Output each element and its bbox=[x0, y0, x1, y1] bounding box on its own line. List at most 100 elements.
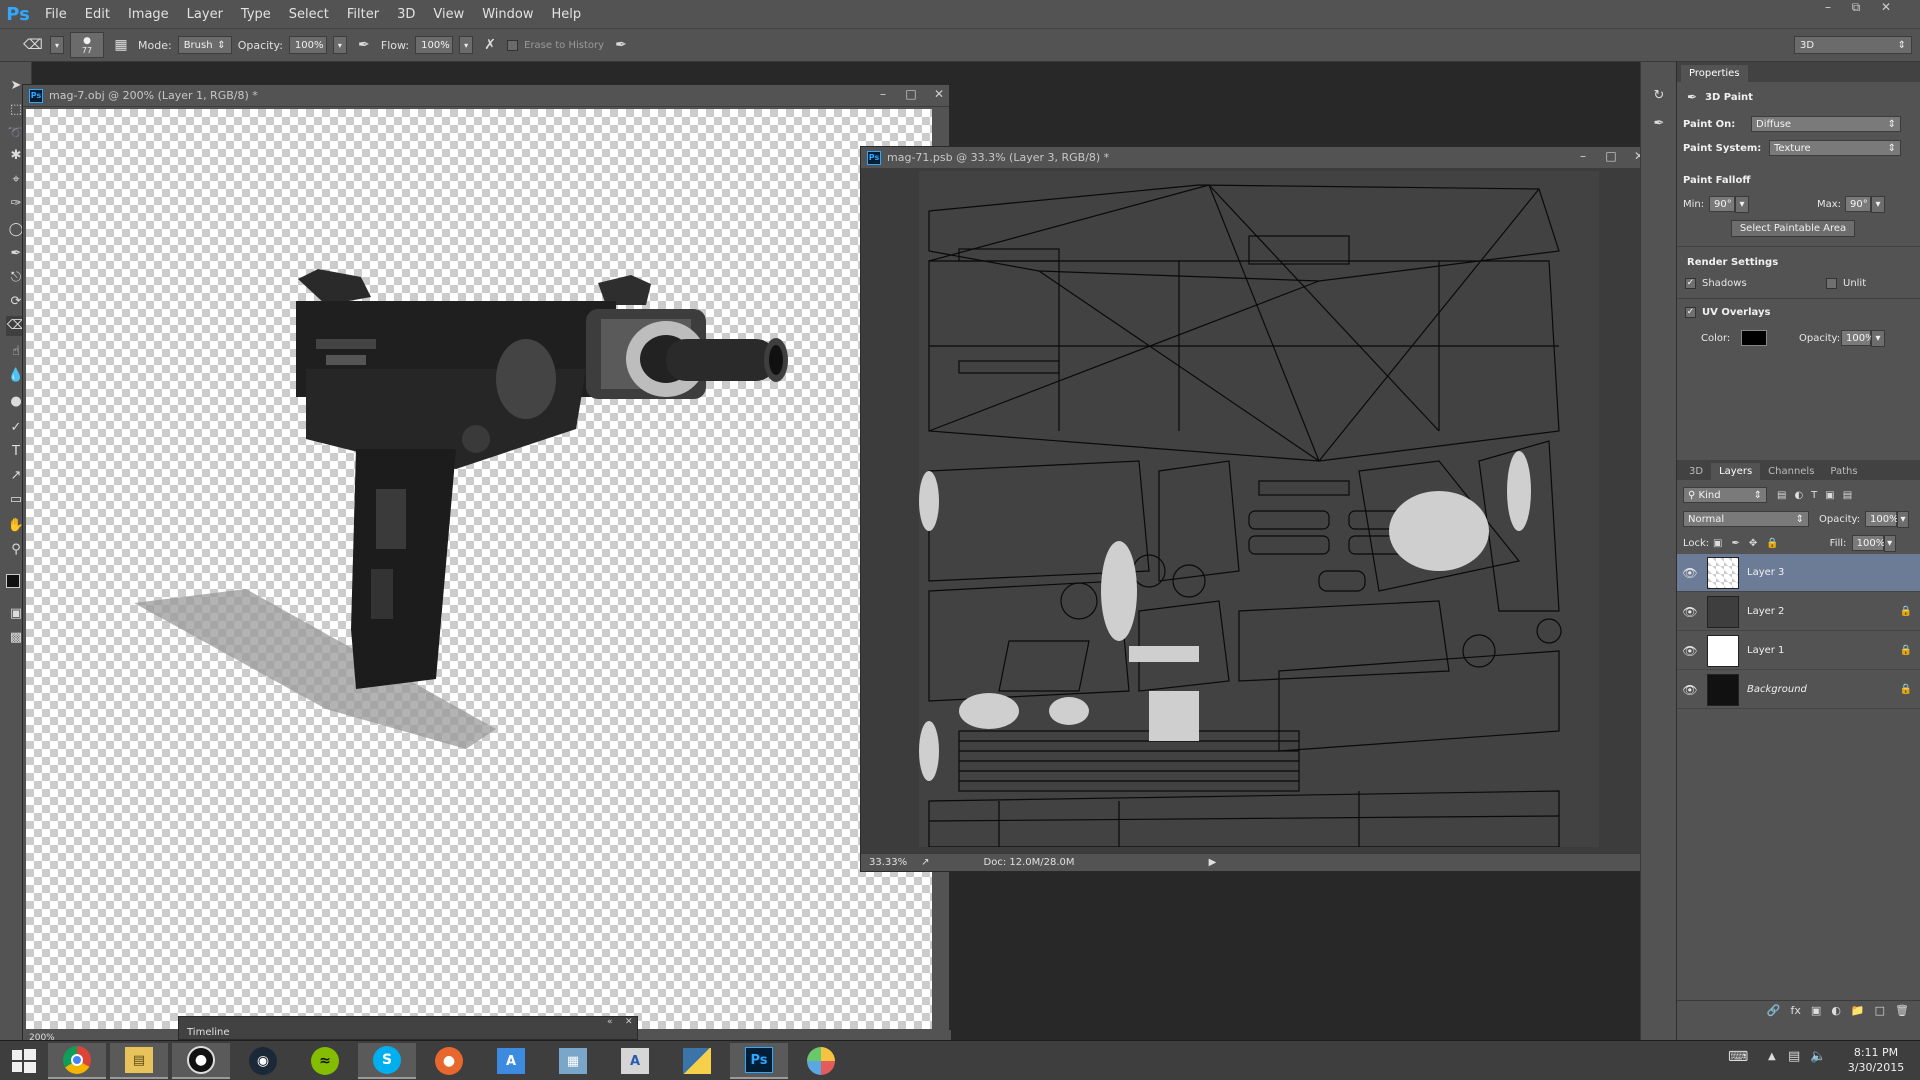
select-paintable-area-button[interactable]: Select Paintable Area bbox=[1731, 220, 1855, 237]
start-button[interactable] bbox=[0, 1043, 48, 1079]
layer-opacity-dropdown[interactable]: ▾ bbox=[1897, 510, 1909, 528]
new-layer-icon[interactable]: □ bbox=[1875, 1004, 1885, 1017]
history-panel-icon[interactable]: ↻ bbox=[1649, 88, 1669, 108]
network-icon[interactable]: ▤ bbox=[1788, 1049, 1800, 1064]
layer-opacity-input[interactable]: 100% bbox=[1865, 511, 1899, 527]
taskbar-app8[interactable]: A bbox=[482, 1043, 540, 1079]
fill-input[interactable]: 100% bbox=[1851, 535, 1885, 551]
layer-row[interactable]: 👁 Background 🔒 bbox=[1677, 671, 1920, 709]
layer-row[interactable]: 👁 Layer 2 🔒 bbox=[1677, 593, 1920, 631]
canvas-3d-model[interactable] bbox=[26, 109, 932, 1029]
taskbar-app9[interactable]: ▦ bbox=[544, 1043, 602, 1079]
menu-layer[interactable]: Layer bbox=[178, 7, 232, 22]
timeline-panel[interactable]: Timeline « ✕ bbox=[178, 1016, 638, 1040]
blend-mode-select[interactable]: Normal ⇕ bbox=[1683, 511, 1809, 527]
visibility-eye-icon[interactable]: 👁 bbox=[1677, 683, 1703, 697]
menu-select[interactable]: Select bbox=[280, 7, 338, 22]
share-icon[interactable]: ↗ bbox=[921, 857, 929, 868]
min-input[interactable]: 90° bbox=[1709, 196, 1735, 212]
taskbar-paint[interactable] bbox=[792, 1043, 850, 1079]
show-hidden-icons[interactable]: ▲ bbox=[1768, 1051, 1776, 1062]
close-icon[interactable]: ✕ bbox=[625, 1017, 633, 1027]
fx-icon[interactable]: fx bbox=[1791, 1004, 1801, 1017]
foreground-color-swatch[interactable] bbox=[6, 574, 20, 588]
menu-image[interactable]: Image bbox=[119, 7, 178, 22]
close-icon[interactable]: ✕ bbox=[927, 87, 951, 105]
menu-help[interactable]: Help bbox=[543, 7, 591, 22]
taskbar-steam[interactable]: ◉ bbox=[234, 1043, 292, 1079]
mode-select[interactable]: Brush ⇕ bbox=[177, 36, 232, 54]
uv-opacity-input[interactable]: 100% bbox=[1841, 330, 1875, 346]
uv-opacity-dropdown[interactable]: ▾ bbox=[1871, 329, 1885, 347]
tab-layers[interactable]: Layers bbox=[1711, 463, 1761, 480]
menu-filter[interactable]: Filter bbox=[338, 7, 388, 22]
lock-icons[interactable]: ▣✒✥🔒 bbox=[1713, 538, 1788, 549]
opacity-slider-dropdown[interactable]: ▾ bbox=[332, 36, 347, 54]
pressure-size-icon[interactable]: ✒ bbox=[610, 34, 632, 56]
flow-slider-dropdown[interactable]: ▾ bbox=[459, 36, 474, 54]
collapse-icon[interactable]: « bbox=[607, 1017, 613, 1027]
clock[interactable]: 8:11 PM 3/30/2015 bbox=[1838, 1045, 1914, 1075]
tab-paths[interactable]: Paths bbox=[1822, 463, 1865, 480]
new-group-icon[interactable]: 📁 bbox=[1851, 1004, 1865, 1017]
taskbar-app7[interactable]: ● bbox=[420, 1043, 478, 1079]
taskbar-spotify[interactable]: ≈ bbox=[296, 1043, 354, 1079]
adjustment-layer-icon[interactable]: ◐ bbox=[1831, 1004, 1841, 1017]
timeline-tab[interactable]: Timeline bbox=[187, 1027, 230, 1038]
eraser-tool-preset-icon[interactable]: ⌫ bbox=[22, 34, 44, 56]
filter-type-icons[interactable]: ▤◐T▣▤ bbox=[1777, 490, 1860, 501]
volume-icon[interactable]: 🔈 bbox=[1810, 1049, 1826, 1064]
document-title-bar[interactable]: Ps mag-71.psb @ 33.3% (Layer 3, RGB/8) *… bbox=[861, 147, 1671, 169]
keyboard-icon[interactable]: ⌨ bbox=[1728, 1049, 1748, 1065]
close-icon[interactable]: ✕ bbox=[1872, 0, 1900, 22]
minimize-icon[interactable]: – bbox=[871, 87, 895, 105]
uv-texture-canvas[interactable] bbox=[919, 171, 1599, 848]
menu-file[interactable]: File bbox=[36, 7, 76, 22]
add-mask-icon[interactable]: ▣ bbox=[1811, 1004, 1821, 1017]
brush-size-picker[interactable]: ● 77 bbox=[70, 32, 104, 58]
taskbar-skype[interactable]: S bbox=[358, 1043, 416, 1079]
taskbar-app10[interactable]: A bbox=[606, 1043, 664, 1079]
uv-color-swatch[interactable] bbox=[1741, 330, 1767, 346]
max-dropdown[interactable]: ▾ bbox=[1871, 195, 1885, 213]
workspace-select[interactable]: 3D ⇕ bbox=[1794, 36, 1912, 54]
menu-view[interactable]: View bbox=[424, 7, 473, 22]
pressure-opacity-icon[interactable]: ✒ bbox=[353, 34, 375, 56]
opacity-input[interactable]: 100% bbox=[288, 36, 327, 54]
menu-window[interactable]: Window bbox=[473, 7, 542, 22]
taskbar-python[interactable] bbox=[668, 1043, 726, 1079]
visibility-eye-icon[interactable]: 👁 bbox=[1677, 605, 1703, 619]
menu-3d[interactable]: 3D bbox=[388, 7, 424, 22]
max-input[interactable]: 90° bbox=[1845, 196, 1871, 212]
document-title-bar[interactable]: Ps mag-7.obj @ 200% (Layer 1, RGB/8) * –… bbox=[23, 85, 949, 107]
link-layers-icon[interactable]: 🔗 bbox=[1767, 1004, 1781, 1017]
zoom-level[interactable]: 33.33% bbox=[869, 857, 907, 868]
paint-on-select[interactable]: Diffuse ⇕ bbox=[1751, 116, 1901, 132]
status-menu-arrow-icon[interactable]: ▶ bbox=[1209, 857, 1217, 868]
flow-input[interactable]: 100% bbox=[415, 36, 454, 54]
layer-row[interactable]: 👁 Layer 1 🔒 bbox=[1677, 632, 1920, 670]
visibility-eye-icon[interactable]: 👁 bbox=[1677, 644, 1703, 658]
restore-icon[interactable]: ⧉ bbox=[1842, 0, 1870, 22]
shadows-checkbox[interactable]: ✓ bbox=[1685, 277, 1696, 289]
kind-filter-select[interactable]: ⚲ Kind ⇕ bbox=[1683, 487, 1767, 503]
maximize-icon[interactable]: □ bbox=[1599, 149, 1623, 167]
taskbar-app3[interactable]: ● bbox=[172, 1043, 230, 1079]
tab-3d[interactable]: 3D bbox=[1681, 463, 1711, 480]
delete-layer-icon[interactable]: 🗑 bbox=[1895, 1004, 1909, 1017]
brush-panel-icon[interactable]: ▦ bbox=[110, 34, 132, 56]
unlit-checkbox[interactable] bbox=[1826, 277, 1837, 289]
maximize-icon[interactable]: □ bbox=[899, 87, 923, 105]
tool-preset-dropdown[interactable]: ▾ bbox=[50, 36, 64, 54]
tab-channels[interactable]: Channels bbox=[1760, 463, 1822, 480]
erase-to-history-checkbox[interactable] bbox=[507, 39, 519, 51]
minimize-icon[interactable]: – bbox=[1814, 0, 1842, 22]
airbrush-icon[interactable]: ✗ bbox=[479, 34, 501, 56]
tab-properties[interactable]: Properties bbox=[1681, 65, 1748, 82]
uv-overlays-checkbox[interactable]: ✓ bbox=[1685, 306, 1696, 318]
fill-dropdown[interactable]: ▾ bbox=[1883, 534, 1896, 552]
taskbar-chrome[interactable] bbox=[48, 1043, 106, 1079]
min-dropdown[interactable]: ▾ bbox=[1735, 195, 1749, 213]
taskbar-file-explorer[interactable]: ▤ bbox=[110, 1043, 168, 1079]
paint-system-select[interactable]: Texture ⇕ bbox=[1769, 140, 1901, 156]
